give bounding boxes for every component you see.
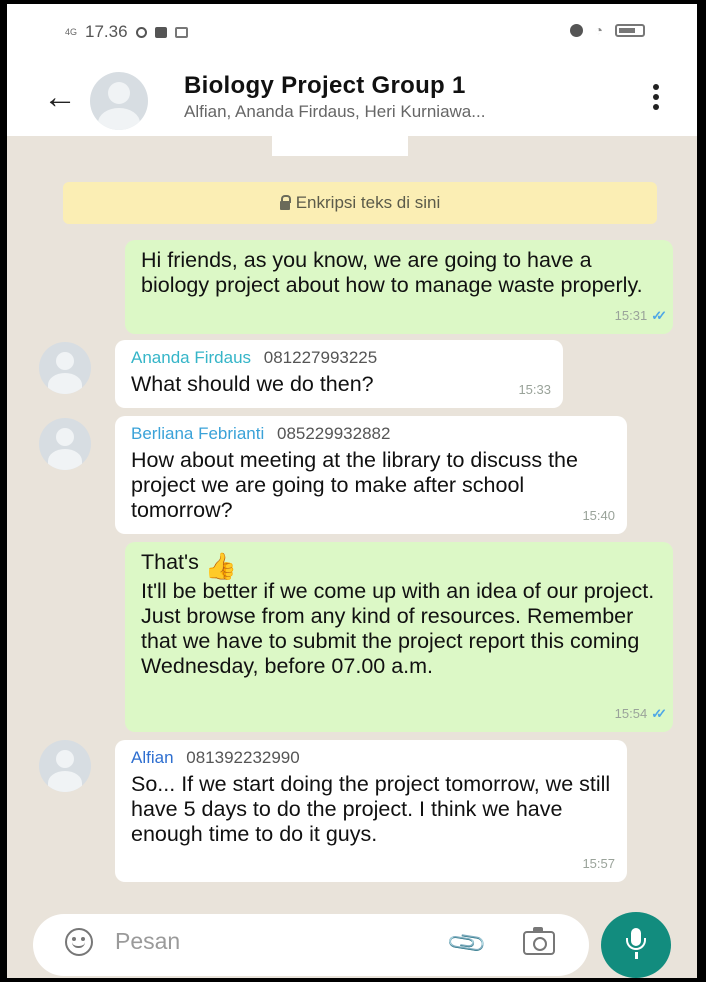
status-bar: 4G 17.36 ◔ (7, 4, 697, 64)
status-time: 17.36 (85, 22, 128, 41)
message-bubble-incoming[interactable]: Berliana Febrianti 085229932882 How abou… (115, 416, 627, 534)
chat-area[interactable]: Enkripsi teks di sini Hi friends, as you… (7, 136, 697, 978)
battery-icon (615, 23, 645, 37)
sender-name[interactable]: Ananda Firdaus (131, 348, 251, 367)
microphone-icon (626, 928, 646, 950)
message-time: 15:40 (582, 508, 615, 523)
message-text: What should we do then? (131, 372, 374, 396)
thumbs-up-icon: 👍 (204, 551, 238, 581)
group-avatar[interactable] (90, 72, 148, 130)
back-arrow-icon[interactable]: ← (43, 78, 77, 117)
message-text: Hi friends, as you know, we are going to… (141, 248, 643, 297)
date-chip (272, 136, 408, 156)
sender-phone: 081227993225 (263, 348, 378, 367)
message-time: 15:57 (582, 856, 615, 871)
chat-header: ← Biology Project Group 1 Alfian, Ananda… (7, 64, 697, 136)
message-input-bar[interactable]: Pesan 📎 (33, 914, 589, 976)
sender-avatar[interactable] (39, 740, 91, 792)
wifi-icon: ◔ (594, 22, 603, 38)
message-bubble-outgoing[interactable]: That's 👍 It'll be better if we come up w… (125, 542, 673, 732)
message-meta: 15:40 (582, 503, 615, 528)
read-receipt-icon: ✓✓ (651, 706, 667, 721)
message-meta: 15:54 ✓✓ (614, 701, 667, 726)
read-receipt-icon: ✓✓ (651, 308, 667, 323)
alarm-icon (569, 23, 583, 37)
more-options-icon[interactable] (653, 80, 659, 114)
message-sender: Ananda Firdaus 081227993225 (131, 348, 549, 368)
lock-icon (279, 194, 291, 210)
message-sender: Berliana Febrianti 085229932882 (131, 424, 613, 444)
message-time: 15:54 (614, 706, 648, 721)
sender-name[interactable]: Alfian (131, 748, 174, 767)
camera-icon[interactable] (523, 927, 555, 955)
attach-icon[interactable]: 📎 (445, 921, 490, 966)
message-sender: Alfian 081392232990 (131, 748, 613, 768)
message-text-first: That's (141, 550, 199, 574)
sender-name[interactable]: Berliana Febrianti (131, 424, 264, 443)
message-bubble-incoming[interactable]: Ananda Firdaus 081227993225 What should … (115, 340, 563, 408)
encryption-notice[interactable]: Enkripsi teks di sini (63, 182, 657, 224)
sender-phone: 081392232990 (186, 748, 300, 767)
group-members[interactable]: Alfian, Ananda Firdaus, Heri Kurniawa... (184, 102, 485, 122)
sender-phone: 085229932882 (276, 424, 391, 443)
message-bubble-outgoing[interactable]: Hi friends, as you know, we are going to… (125, 240, 673, 334)
group-title[interactable]: Biology Project Group 1 (184, 72, 466, 100)
message-text: How about meeting at the library to disc… (131, 448, 578, 522)
gallery-notification-icon (174, 26, 188, 38)
message-meta: 15:31 ✓✓ (614, 303, 667, 328)
message-time: 15:33 (518, 382, 551, 397)
message-bubble-incoming[interactable]: Alfian 081392232990 So... If we start do… (115, 740, 627, 882)
notification-icon (135, 26, 147, 38)
voice-message-button[interactable] (601, 912, 671, 978)
emoji-icon[interactable] (65, 928, 93, 956)
message-text: So... If we start doing the project tomo… (131, 772, 611, 846)
phone-screen: 4G 17.36 ◔ ← Biology Project Group 1 Alf… (0, 0, 706, 982)
message-text: It'll be better if we come up with an id… (141, 579, 655, 678)
message-time: 15:31 (614, 308, 648, 323)
app-notification-icon (154, 26, 167, 38)
sender-avatar[interactable] (39, 418, 91, 470)
signal-icon: 4G (65, 26, 78, 37)
message-meta: 15:57 (582, 851, 615, 876)
sender-avatar[interactable] (39, 342, 91, 394)
message-meta: 15:33 (518, 377, 551, 402)
message-input[interactable]: Pesan (115, 928, 180, 955)
encryption-notice-text: Enkripsi teks di sini (295, 193, 441, 212)
message-first-line: That's 👍 (141, 550, 659, 579)
